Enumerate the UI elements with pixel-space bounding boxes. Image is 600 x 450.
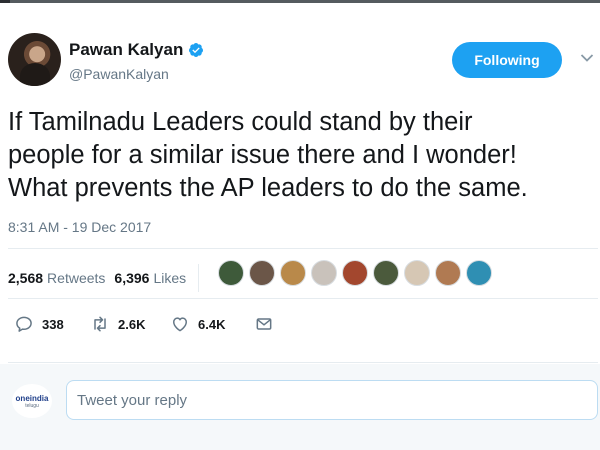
heart-icon	[173, 317, 187, 332]
direct-message-button[interactable]	[254, 314, 274, 334]
stats-separator	[198, 264, 200, 292]
chevron-down-icon[interactable]	[580, 53, 594, 63]
divider	[8, 248, 598, 249]
liker-avatar[interactable]	[311, 260, 337, 286]
likes-label: Likes	[153, 270, 187, 286]
liker-avatars	[218, 260, 497, 286]
retweet-icon	[94, 316, 106, 332]
liker-avatar[interactable]	[373, 260, 399, 286]
liker-avatar[interactable]	[218, 260, 244, 286]
reply-count: 338	[42, 316, 64, 332]
scroll-thumb[interactable]	[0, 0, 10, 3]
tweet-stats: 2,568 Retweets 6,396 Likes	[8, 264, 211, 292]
verified-badge-icon	[189, 43, 204, 57]
author-handle[interactable]: @PawanKalyan	[69, 66, 169, 82]
tweet-text: If Tamilnadu Leaders could stand by thei…	[8, 108, 528, 202]
reply-input[interactable]	[66, 380, 598, 420]
retweets-label: Retweets	[47, 270, 106, 286]
likes-stat[interactable]: 6,396 Likes	[114, 270, 186, 286]
retweets-count: 2,568	[8, 270, 44, 286]
envelope-icon	[256, 318, 272, 330]
retweet-count: 2.6K	[118, 316, 146, 332]
liker-avatar[interactable]	[404, 260, 430, 286]
likes-count: 6,396	[114, 270, 150, 286]
retweets-stat[interactable]: 2,568 Retweets	[8, 270, 105, 286]
reply-button[interactable]: 338	[14, 314, 74, 334]
author-name[interactable]: Pawan Kalyan	[69, 40, 183, 60]
retweet-button[interactable]: 2.6K	[90, 314, 154, 334]
liker-avatar[interactable]	[466, 260, 492, 286]
following-button[interactable]: Following	[452, 42, 562, 78]
author-avatar[interactable]	[8, 33, 61, 86]
divider	[8, 298, 598, 299]
liker-avatar[interactable]	[435, 260, 461, 286]
liker-avatar[interactable]	[342, 260, 368, 286]
liker-avatar[interactable]	[249, 260, 275, 286]
author-name-row: Pawan Kalyan	[69, 40, 204, 60]
like-button[interactable]: 6.4K	[170, 314, 240, 334]
logo-sub-text: telugu	[25, 402, 39, 409]
liker-avatar[interactable]	[280, 260, 306, 286]
tweet-timestamp[interactable]: 8:31 AM - 19 Dec 2017	[8, 219, 151, 235]
divider	[8, 362, 598, 363]
top-scroll-strip	[0, 0, 600, 3]
oneindia-logo: oneindia telugu	[12, 384, 52, 418]
reply-icon	[16, 316, 32, 332]
logo-brand-text: oneindia	[15, 393, 49, 403]
tweet-actions: 338 2.6K 6.4K	[14, 314, 274, 334]
like-count: 6.4K	[198, 316, 226, 332]
